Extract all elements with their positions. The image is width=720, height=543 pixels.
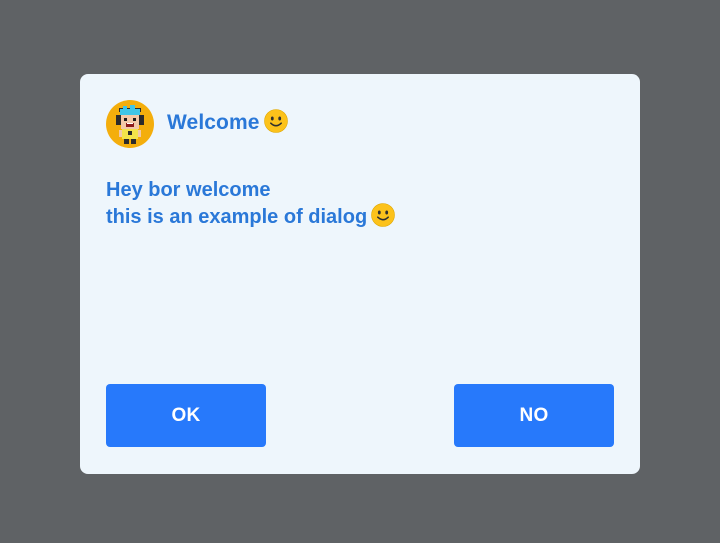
message-line-1: Hey bor welcome <box>106 179 271 201</box>
dialog-title: Welcome <box>167 109 288 139</box>
dialog-message: Hey bor welcome this is an example of di… <box>106 177 395 234</box>
pixel-character-avatar-icon <box>116 105 144 144</box>
avatar <box>106 100 154 148</box>
message-line-2-text: this is an example of dialog <box>106 206 368 228</box>
dialog-header: Welcome <box>106 100 288 148</box>
dialog-title-text: Welcome <box>167 111 260 134</box>
slightly-smiling-face-icon <box>263 109 288 139</box>
ok-button[interactable]: OK <box>106 384 266 447</box>
no-button[interactable]: NO <box>454 384 614 447</box>
message-line-2: this is an example of dialog <box>106 203 395 234</box>
slightly-smiling-face-icon <box>371 203 395 234</box>
dialog: Welcome Hey bor welcome this is an examp… <box>80 74 640 474</box>
